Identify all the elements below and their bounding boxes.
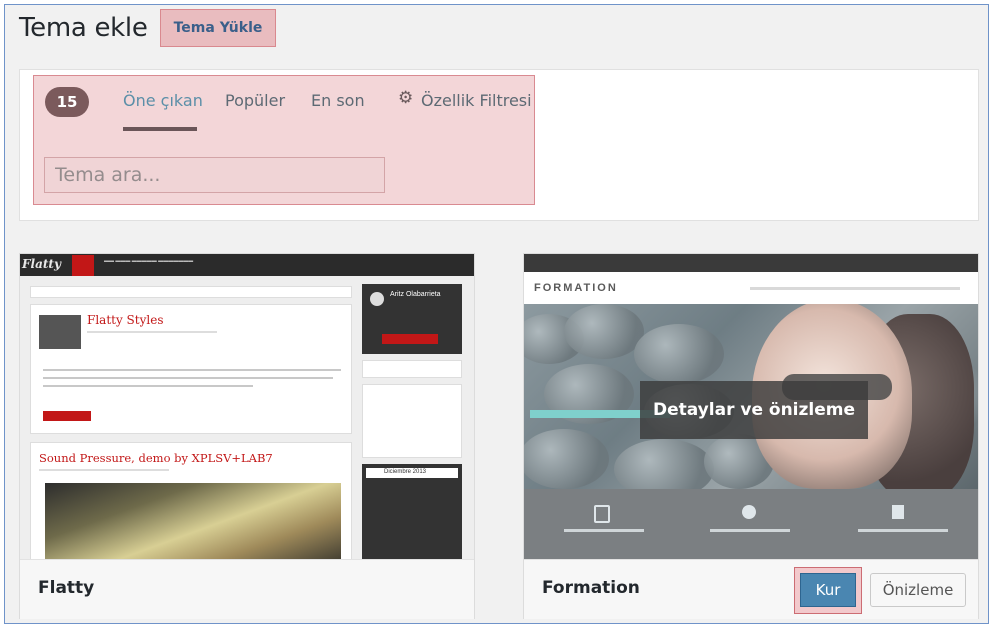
- theme-screenshot-flatty[interactable]: Flatty ▬▬ ▬▬▬ ▬▬▬▬▬ ▬▬▬▬▬▬▬ Flatty Style…: [20, 254, 474, 559]
- flatty-author-box: Aritz Olabarrieta: [362, 284, 462, 354]
- tab-popular[interactable]: Popüler: [225, 91, 285, 110]
- upload-theme-button[interactable]: Tema Yükle: [160, 9, 276, 47]
- theme-card-formation[interactable]: FORMATION Detaylar ve önizleme Formation…: [523, 253, 979, 619]
- formation-features: [524, 489, 978, 559]
- flatty-topbar: Flatty ▬▬ ▬▬▬ ▬▬▬▬▬ ▬▬▬▬▬▬▬: [20, 254, 474, 276]
- flatty-post1-title: Flatty Styles: [87, 313, 164, 327]
- details-preview-overlay[interactable]: Detaylar ve önizleme: [640, 381, 868, 439]
- formation-topbar: [524, 254, 978, 272]
- theme-card-footer: Formation Kur Önizleme: [524, 559, 978, 619]
- gear-icon[interactable]: ⚙: [398, 89, 416, 107]
- tab-latest[interactable]: En son: [311, 91, 365, 110]
- flatty-home-tab: [72, 255, 94, 276]
- theme-card-footer: Flatty: [20, 559, 474, 619]
- active-tab-indicator: [123, 127, 197, 131]
- install-button[interactable]: Kur: [800, 573, 856, 607]
- formation-nav: FORMATION: [524, 272, 978, 305]
- flatty-author-name: Aritz Olabarrieta: [390, 291, 441, 298]
- theme-card-flatty[interactable]: Flatty ▬▬ ▬▬▬ ▬▬▬▬▬ ▬▬▬▬▬▬▬ Flatty Style…: [19, 253, 475, 619]
- add-theme-page: Tema ekle Tema Yükle 15 Öne çıkan Popüle…: [4, 4, 989, 624]
- theme-search-input[interactable]: [44, 157, 385, 193]
- flatty-post-2: Sound Pressure, demo by XPLSV+LAB7: [30, 442, 352, 559]
- flatty-calendar-title: Diciembre 2013: [384, 469, 427, 475]
- formation-logo: FORMATION: [534, 282, 618, 294]
- flatty-post2-title: Sound Pressure, demo by XPLSV+LAB7: [39, 451, 273, 465]
- flatty-calendar: Diciembre 2013: [362, 464, 462, 559]
- flatty-post-1: Flatty Styles: [30, 304, 352, 434]
- tab-featured[interactable]: Öne çıkan: [123, 91, 203, 110]
- theme-name: Flatty: [38, 578, 95, 598]
- feature-filter-link[interactable]: Özellik Filtresi: [421, 91, 532, 110]
- flatty-logo: Flatty: [22, 257, 61, 271]
- theme-name: Formation: [542, 578, 640, 598]
- preview-button[interactable]: Önizleme: [870, 573, 966, 607]
- theme-count-badge: 15: [45, 87, 89, 117]
- flatty-body: Flatty Styles Sound Pressure, demo by XP…: [20, 276, 474, 559]
- theme-screenshot-formation[interactable]: FORMATION Detaylar ve önizleme: [524, 254, 978, 559]
- page-title: Tema ekle: [19, 13, 148, 43]
